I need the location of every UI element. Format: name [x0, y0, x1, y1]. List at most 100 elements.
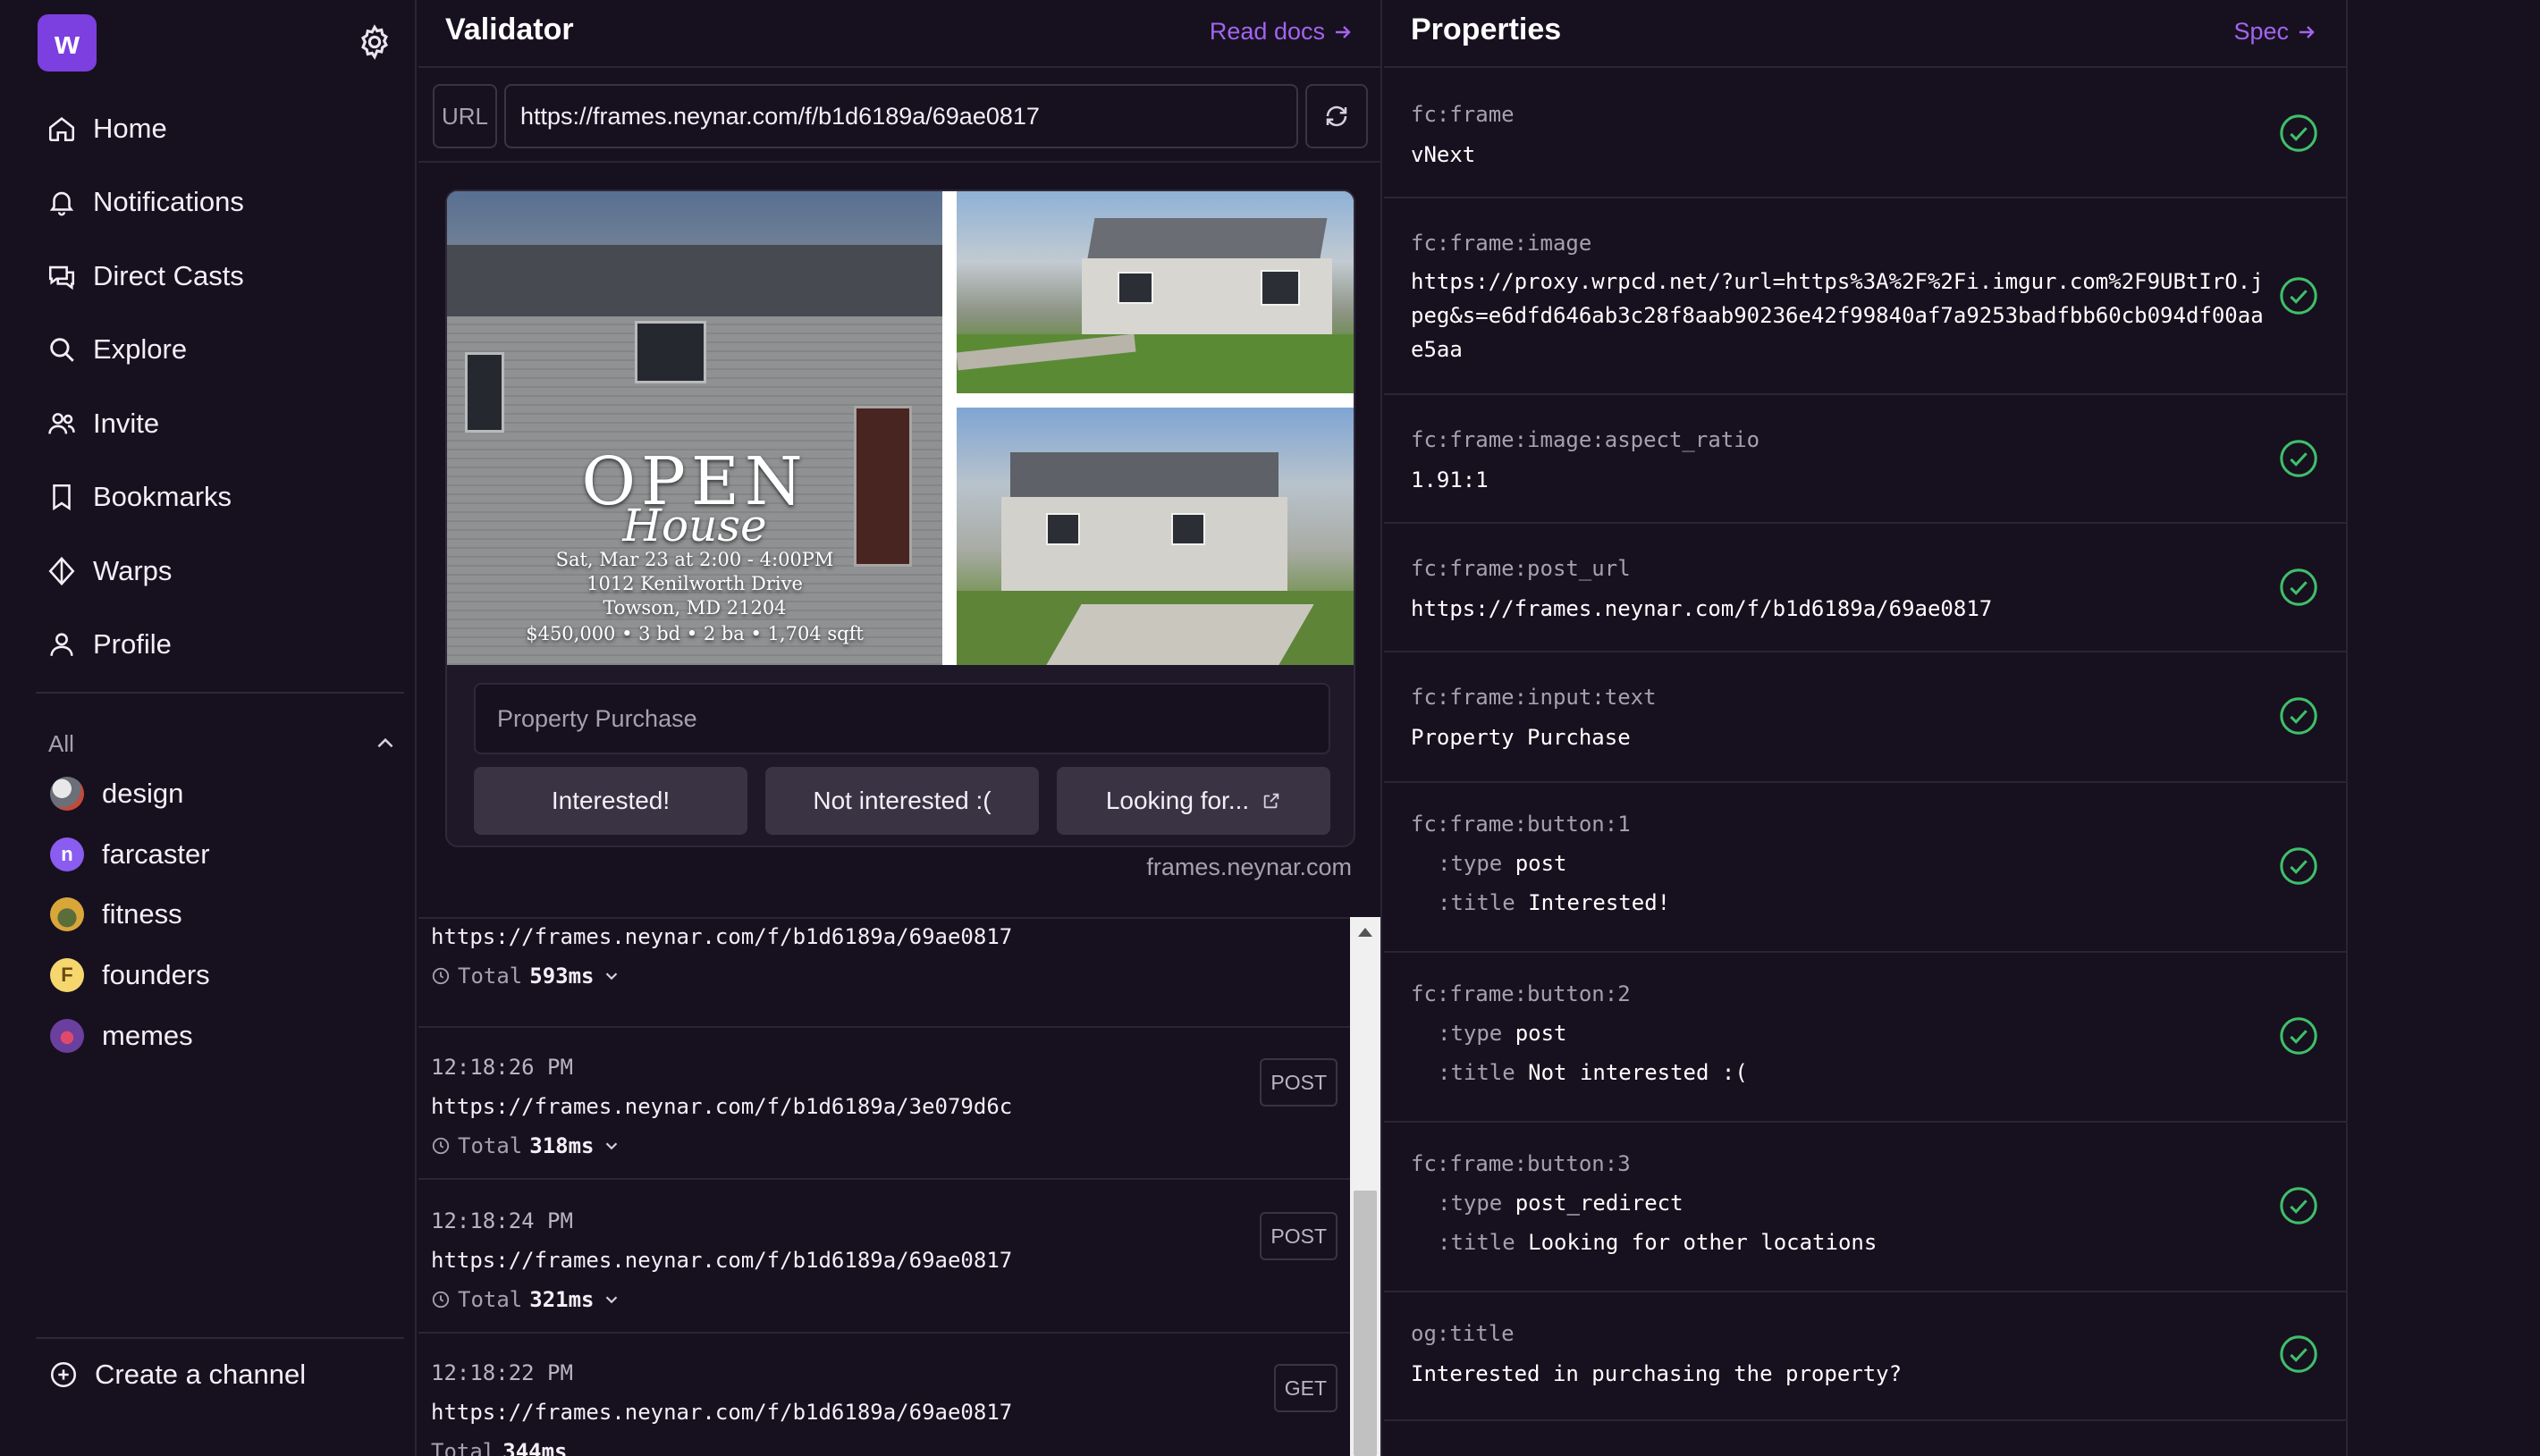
sub-key: :type — [1438, 851, 1503, 876]
read-docs-link[interactable]: Read docs — [1210, 18, 1354, 46]
property-row: og:title Interested in purchasing the pr… — [1384, 1292, 2346, 1421]
channels-header-label: All — [48, 729, 74, 757]
nav-direct-casts[interactable]: Direct Casts — [46, 249, 244, 303]
url-divider — [418, 161, 1380, 163]
url-row: URL — [433, 84, 1368, 148]
nav-warps[interactable]: Warps — [46, 544, 172, 598]
channel-name: design — [102, 778, 184, 809]
property-key: fc:frame:post_url — [1411, 556, 1631, 581]
property-row: fc:frame:button:2 :type post :title Not … — [1384, 953, 2346, 1123]
users-icon — [48, 413, 75, 434]
check-circle-icon — [2280, 277, 2317, 315]
sub-value: Interested! — [1528, 890, 1671, 915]
total-value: 321ms — [529, 1287, 595, 1312]
total-value: 318ms — [529, 1133, 595, 1158]
create-channel-button[interactable]: Create a channel — [48, 1359, 306, 1391]
total-value: 344ms — [502, 1439, 568, 1456]
chevron-down-icon[interactable] — [602, 1136, 621, 1156]
nav-notifications[interactable]: Notifications — [46, 175, 244, 229]
frame-text-input[interactable] — [474, 683, 1330, 754]
property-row: fc:frame:post_url https://frames.neynar.… — [1384, 524, 2346, 652]
property-value: https://proxy.wrpcd.net/?url=https%3A%2F… — [1411, 269, 2264, 362]
channel-name: farcaster — [102, 838, 210, 870]
frame-button-3[interactable]: Looking for... — [1057, 767, 1330, 835]
channel-design[interactable]: design — [50, 769, 183, 819]
refresh-button[interactable] — [1305, 84, 1368, 148]
nav-bookmarks[interactable]: Bookmarks — [46, 470, 232, 524]
chevron-down-icon[interactable] — [602, 966, 621, 986]
home-icon — [48, 117, 75, 142]
sidebar-divider — [36, 692, 404, 694]
channel-fitness[interactable]: fitness — [50, 889, 182, 939]
properties-title: Properties — [1411, 13, 1562, 46]
gear-icon[interactable] — [356, 23, 393, 61]
house-photo-top — [957, 191, 1354, 393]
channel-memes[interactable]: memes — [50, 1011, 193, 1061]
clock-icon — [432, 967, 450, 985]
chat-icon — [48, 265, 75, 290]
sub-value: Looking for other locations — [1528, 1230, 1878, 1255]
sub-key: :title — [1438, 1060, 1515, 1085]
nav-label: Explore — [93, 333, 188, 365]
nav-home[interactable]: Home — [46, 102, 167, 156]
method-badge: POST — [1260, 1212, 1338, 1260]
warpcast-logo[interactable]: w — [38, 14, 97, 72]
sub-key: :title — [1438, 890, 1515, 915]
check-circle-icon — [2280, 1187, 2317, 1225]
scroll-up-icon[interactable] — [1358, 928, 1372, 937]
clock-icon — [432, 1137, 450, 1155]
nav-label: Profile — [93, 628, 172, 660]
bell-icon — [49, 191, 74, 216]
scroll-thumb[interactable] — [1354, 1191, 1377, 1456]
request-log[interactable]: https://frames.neynar.com/f/b1d6189a/69a… — [418, 917, 1352, 1456]
channel-farcaster[interactable]: n farcaster — [50, 829, 210, 879]
nav-profile[interactable]: Profile — [46, 618, 172, 671]
property-key: fc:frame:button:1 — [1411, 812, 1631, 837]
log-entry[interactable]: 12:18:24 PM POST https://frames.neynar.c… — [418, 1180, 1352, 1334]
nav-label: Warps — [93, 555, 173, 586]
total-value: 593ms — [529, 964, 595, 989]
channel-name: fitness — [102, 898, 182, 930]
log-scrollbar[interactable] — [1350, 917, 1380, 1456]
chevron-down-icon[interactable] — [602, 1290, 621, 1309]
spec-link[interactable]: Spec — [2233, 18, 2317, 46]
channel-avatar — [50, 1019, 84, 1053]
overlay-house: House — [622, 500, 767, 551]
total-label: Total — [431, 1439, 496, 1456]
log-entry[interactable]: 12:18:26 PM POST https://frames.neynar.c… — [418, 1028, 1352, 1180]
property-sub-title: :title Interested! — [1438, 890, 1670, 915]
log-total[interactable]: Total 318ms — [431, 1133, 621, 1158]
url-input[interactable] — [504, 84, 1298, 148]
create-channel-label: Create a channel — [95, 1359, 307, 1390]
check-circle-icon — [2280, 697, 2317, 735]
frame-domain: frames.neynar.com — [1146, 854, 1352, 880]
nav-label: Invite — [93, 408, 160, 439]
property-sub-type: :type post — [1438, 1021, 1567, 1046]
check-circle-icon — [2280, 114, 2317, 152]
nav-label: Direct Casts — [93, 260, 244, 291]
empty-area — [2350, 0, 2540, 1456]
sub-key: :title — [1438, 1230, 1515, 1255]
property-row: fc:frame:button:1 :type post :title Inte… — [1384, 783, 2346, 953]
nav-explore[interactable]: Explore — [46, 323, 187, 376]
property-sub-title: :title Not interested :( — [1438, 1060, 1748, 1085]
channels-header[interactable]: All — [48, 726, 397, 762]
log-total[interactable]: Total 593ms — [431, 964, 621, 989]
nav-invite[interactable]: Invite — [46, 397, 159, 450]
log-entry[interactable]: 12:18:22 PM GET https://frames.neynar.co… — [418, 1334, 1352, 1456]
log-entry[interactable]: https://frames.neynar.com/f/b1d6189a/69a… — [418, 919, 1352, 1028]
channel-founders[interactable]: F founders — [50, 950, 210, 1000]
validator-panel: Validator Read docs URL OPEN House Sa — [418, 0, 1382, 1456]
log-total[interactable]: Total 321ms — [431, 1287, 621, 1312]
channel-name: founders — [102, 959, 210, 990]
frame-button-label: Not interested :( — [813, 787, 992, 814]
house-photo-bottom — [957, 408, 1354, 665]
clock-icon — [432, 1291, 450, 1309]
log-time: 12:18:24 PM — [431, 1208, 573, 1233]
validator-header: Validator Read docs — [418, 0, 1380, 68]
nav-label: Bookmarks — [93, 481, 232, 512]
frame-button-2[interactable]: Not interested :( — [765, 767, 1039, 835]
check-circle-icon — [2280, 568, 2317, 606]
frame-button-1[interactable]: Interested! — [474, 767, 747, 835]
chevron-up-icon[interactable] — [374, 732, 397, 755]
